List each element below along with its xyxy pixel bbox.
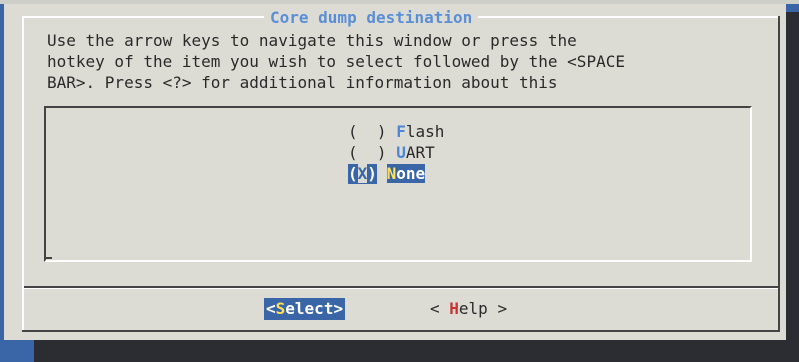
option-flash[interactable]: ( ) Flash xyxy=(348,122,444,142)
option-label-flash: Flash xyxy=(396,122,445,141)
cursor-mark: X xyxy=(357,164,368,183)
terminal-right-shadow xyxy=(784,12,799,340)
button-separator-highlight xyxy=(24,288,778,289)
radio-button-uart[interactable]: ( ) xyxy=(348,143,387,163)
terminal-bottom-left-blue xyxy=(0,340,34,362)
option-label-uart: UART xyxy=(396,143,435,162)
help-button[interactable]: < Help > xyxy=(430,298,507,320)
options-list-corner xyxy=(44,257,52,259)
description-line-3: BAR>. Press <?> for additional informati… xyxy=(47,73,558,92)
hotkey-f: F xyxy=(396,122,406,141)
radio-button-flash[interactable]: ( ) xyxy=(348,122,387,142)
description-line-2: hotkey of the item you wish to select fo… xyxy=(47,52,625,71)
help-hotkey: H xyxy=(449,299,459,318)
description-line-1: Use the arrow keys to navigate this wind… xyxy=(47,31,577,50)
dialog-description: Use the arrow keys to navigate this wind… xyxy=(47,30,625,93)
dialog-frame-left xyxy=(22,16,24,332)
option-label-none: None xyxy=(386,164,426,183)
option-uart[interactable]: ( ) UART xyxy=(348,143,435,163)
select-button[interactable]: <Select> xyxy=(264,298,346,320)
dialog-title: Core dump destination xyxy=(264,8,479,28)
select-hotkey: S xyxy=(275,299,286,318)
dialog-frame-right xyxy=(778,16,780,332)
option-none[interactable]: (X) None xyxy=(348,164,426,184)
hotkey-u: U xyxy=(396,143,406,162)
core-dump-dialog: Core dump destination Use the arrow keys… xyxy=(0,4,786,340)
hotkey-n: N xyxy=(386,164,397,183)
radio-button-none-selected[interactable]: (X) xyxy=(348,164,377,184)
dialog-frame-bottom xyxy=(22,330,780,332)
